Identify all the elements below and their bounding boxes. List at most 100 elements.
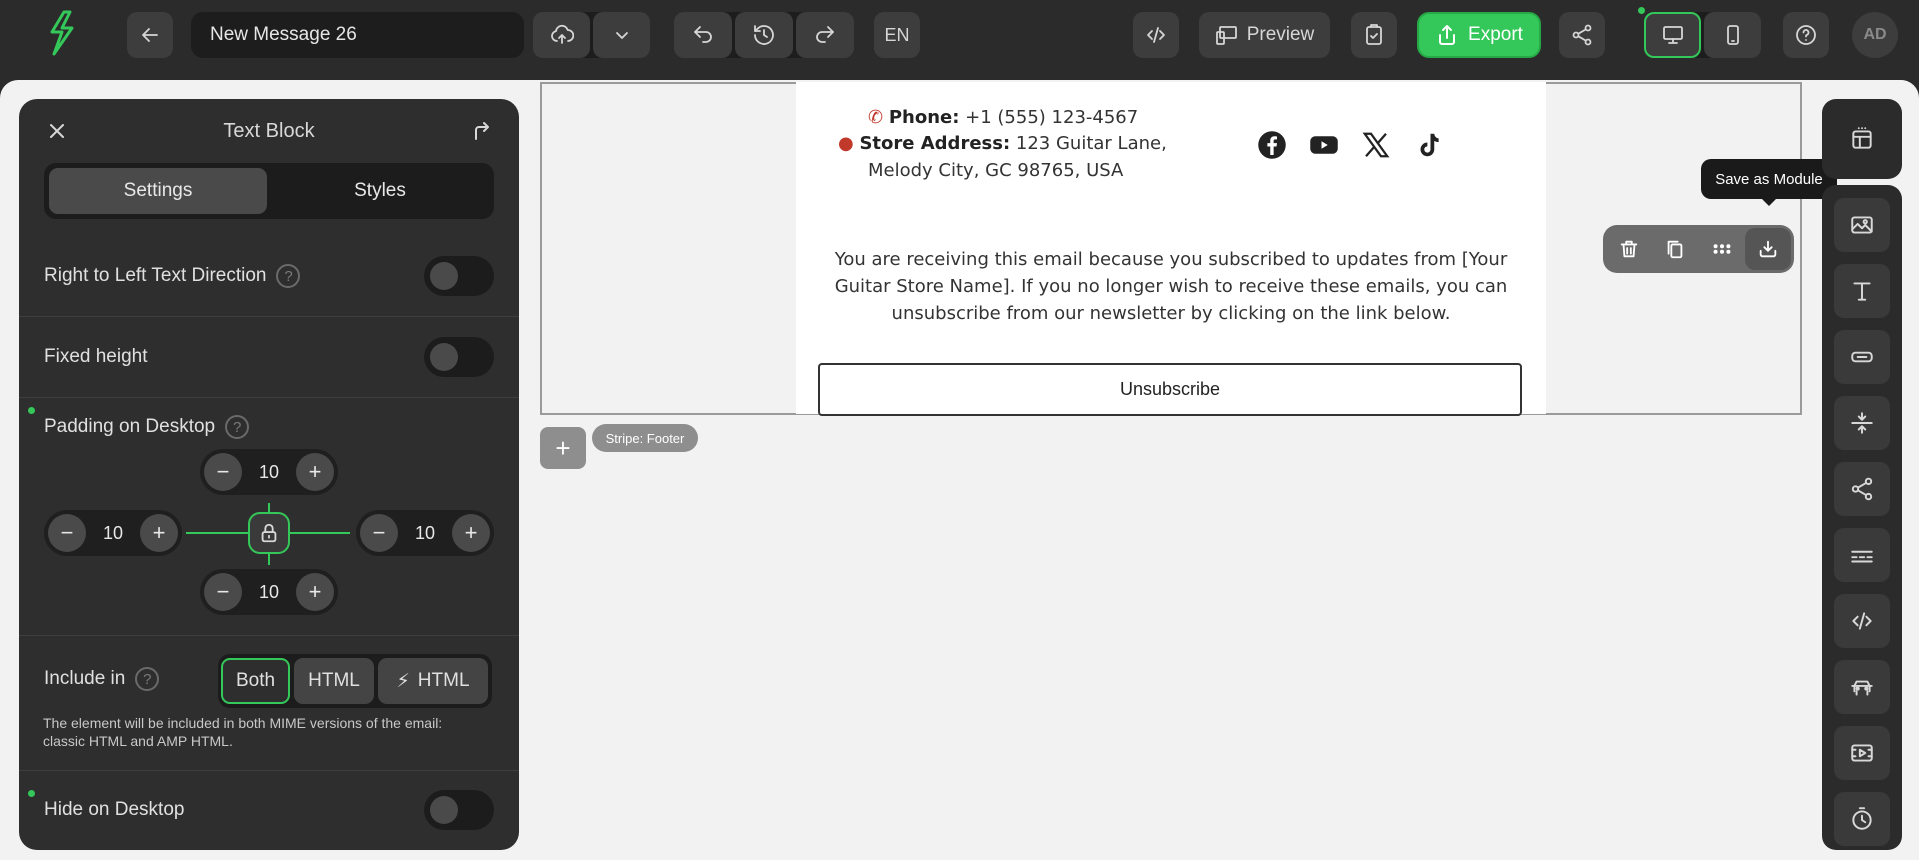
close-panel-button[interactable] <box>45 119 69 143</box>
increment-button[interactable]: + <box>140 514 178 552</box>
share-button[interactable] <box>1559 12 1605 58</box>
padding-right-value[interactable]: 10 <box>415 523 435 544</box>
undo-button[interactable] <box>674 12 732 58</box>
detach-panel-button[interactable] <box>469 119 493 143</box>
include-help-icon[interactable]: ? <box>135 667 160 691</box>
include-note: The element will be included in both MIM… <box>43 715 443 749</box>
social-share-icon <box>1851 477 1873 501</box>
phone-icon: ✆ <box>868 107 884 128</box>
padding-link-line <box>268 553 270 565</box>
timer-block-tile[interactable] <box>1834 792 1890 846</box>
fixed-height-toggle[interactable] <box>424 337 494 377</box>
image-block-tile[interactable] <box>1834 198 1890 252</box>
save-as-module-tooltip: Save as Module <box>1701 159 1837 206</box>
pin-icon: ● <box>838 133 854 154</box>
rtl-help-icon[interactable]: ? <box>276 264 301 288</box>
carousel-block-tile[interactable] <box>1834 660 1890 714</box>
decrement-button[interactable]: − <box>204 453 242 491</box>
desktop-view-button[interactable] <box>1644 12 1701 58</box>
trash-icon <box>1620 240 1638 258</box>
fixed-height-label: Fixed height <box>44 346 148 367</box>
tiktok-icon[interactable] <box>1413 130 1443 160</box>
padding-left-stepper: − 10 + <box>44 510 182 556</box>
device-status-dot <box>1638 7 1645 14</box>
share-upload-icon <box>1439 25 1456 45</box>
language-button[interactable]: EN <box>874 12 920 58</box>
x-twitter-icon[interactable] <box>1361 130 1391 160</box>
decrement-button[interactable]: − <box>204 573 242 611</box>
divider <box>19 770 519 771</box>
message-name-input[interactable]: New Message 26 <box>191 12 524 58</box>
desktop-icon <box>1662 26 1683 44</box>
arrow-left-icon <box>142 28 158 42</box>
export-label: Export <box>1468 24 1523 45</box>
increment-button[interactable]: + <box>452 514 490 552</box>
undo-icon <box>694 26 712 43</box>
video-block-tile[interactable] <box>1834 726 1890 780</box>
stripe-label-badge: Stripe: Footer <box>592 424 698 452</box>
padding-lock-button[interactable] <box>248 512 290 554</box>
user-avatar[interactable]: AD <box>1852 12 1898 58</box>
padding-top-stepper: − 10 + <box>200 449 338 495</box>
close-icon <box>50 124 64 138</box>
tab-styles[interactable]: Styles <box>271 168 489 214</box>
facebook-icon[interactable] <box>1257 130 1287 160</box>
padding-right-stepper: − 10 + <box>356 510 494 556</box>
rtl-toggle[interactable] <box>424 256 494 296</box>
button-block-tile[interactable] <box>1834 330 1890 384</box>
include-amp-html-option[interactable]: ⚡︎ HTML <box>378 658 488 704</box>
export-button[interactable]: Export <box>1417 12 1541 58</box>
drag-block-handle[interactable] <box>1699 228 1745 270</box>
phone-line: ✆ Phone: +1 (555) 123-4567 <box>868 107 1138 128</box>
share-icon <box>1572 24 1592 46</box>
save-as-module-button[interactable] <box>1744 228 1791 270</box>
rtl-row: Right to Left Text Direction ? <box>19 256 519 296</box>
timer-icon <box>1852 807 1872 830</box>
include-html-option[interactable]: HTML <box>294 658 374 704</box>
save-options-dropdown[interactable] <box>593 12 650 58</box>
duplicate-block-button[interactable] <box>1652 228 1698 270</box>
spacer-block-tile[interactable] <box>1834 396 1890 450</box>
test-checklist-button[interactable] <box>1351 12 1397 58</box>
menu-block-tile[interactable] <box>1834 528 1890 582</box>
address-line: ● Store Address: 123 Guitar Lane, <box>838 133 1167 154</box>
back-button[interactable] <box>127 12 173 58</box>
decrement-button[interactable]: − <box>48 514 86 552</box>
mobile-view-button[interactable] <box>1704 12 1761 58</box>
padding-help-icon[interactable]: ? <box>225 415 250 439</box>
unsubscribe-button[interactable]: Unsubscribe <box>818 363 1522 416</box>
padding-left-value[interactable]: 10 <box>103 523 123 544</box>
clipboard-check-icon <box>1366 24 1382 45</box>
hide-desktop-row: Hide on Desktop <box>19 790 519 830</box>
top-toolbar: New Message 26 EN Preview Export AD <box>0 0 1919 70</box>
help-button[interactable] <box>1783 12 1829 58</box>
social-block-tile[interactable] <box>1834 462 1890 516</box>
padding-bottom-value[interactable]: 10 <box>259 582 279 603</box>
blocks-strip <box>1822 185 1902 850</box>
increment-button[interactable]: + <box>296 573 334 611</box>
modules-tile[interactable] <box>1822 99 1902 179</box>
cloud-upload-button[interactable] <box>533 12 590 58</box>
carousel-icon <box>1851 680 1873 696</box>
settings-styles-tabs: Settings Styles <box>44 163 494 219</box>
decrement-button[interactable]: − <box>360 514 398 552</box>
history-button[interactable] <box>735 12 793 58</box>
preview-label: Preview <box>1246 24 1315 45</box>
preview-button[interactable]: Preview <box>1199 12 1330 58</box>
video-icon <box>1851 744 1873 762</box>
code-icon <box>1147 27 1165 43</box>
cloud-upload-icon <box>550 24 574 44</box>
redo-button[interactable] <box>796 12 854 58</box>
html-block-tile[interactable] <box>1834 594 1890 648</box>
add-stripe-button[interactable]: + <box>540 427 586 469</box>
hide-desktop-toggle[interactable] <box>424 790 494 830</box>
text-block-tile[interactable] <box>1834 264 1890 318</box>
padding-top-value[interactable]: 10 <box>259 462 279 483</box>
tab-settings[interactable]: Settings <box>49 168 267 214</box>
rtl-label: Right to Left Text Direction <box>44 265 267 286</box>
youtube-icon[interactable] <box>1309 130 1339 160</box>
delete-block-button[interactable] <box>1606 228 1652 270</box>
include-both-option[interactable]: Both <box>221 658 290 704</box>
increment-button[interactable]: + <box>296 453 334 491</box>
code-button[interactable] <box>1133 12 1179 58</box>
